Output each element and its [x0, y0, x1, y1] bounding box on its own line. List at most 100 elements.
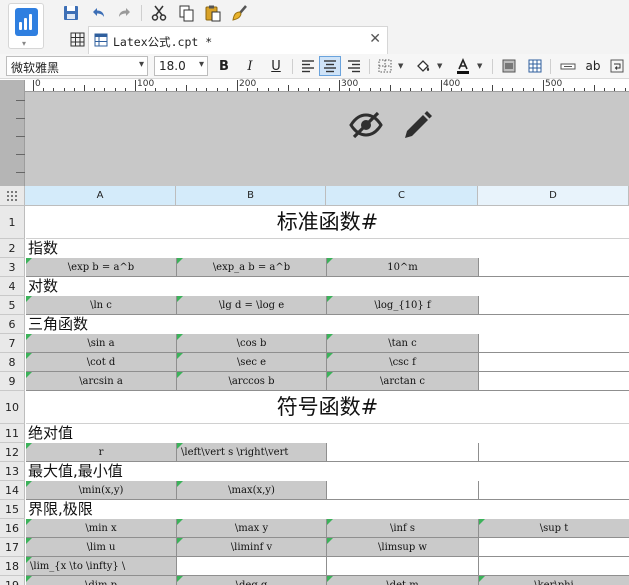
row-header[interactable]: 16: [0, 519, 25, 538]
spreadsheet-grid[interactable]: 标准函数# 指数 \exp b = a^b \exp_a b = a^b 10^m 对数 \…: [0, 186, 629, 585]
section-label-cell[interactable]: 三角函数: [26, 315, 629, 334]
table-cell[interactable]: \inf s: [327, 519, 479, 538]
table-cell[interactable]: [479, 296, 629, 315]
table-cell[interactable]: \ln c: [26, 296, 177, 315]
row-header[interactable]: 1: [0, 206, 25, 239]
format-painter-button[interactable]: [229, 2, 251, 24]
table-cell[interactable]: \limsup w: [327, 538, 479, 557]
row-header[interactable]: 15: [0, 500, 25, 519]
redo-button[interactable]: [114, 2, 136, 24]
table-cell[interactable]: [479, 334, 629, 353]
table-cell[interactable]: \min(x,y): [26, 481, 177, 500]
font-size-select[interactable]: 18.0 ▾: [154, 56, 208, 76]
save-button[interactable]: [60, 2, 82, 24]
table-cell[interactable]: [479, 258, 629, 277]
table-cell[interactable]: \max y: [177, 519, 327, 538]
table-cell[interactable]: \lim_{x \to \infty} \: [26, 557, 177, 576]
row-header[interactable]: 9: [0, 372, 25, 391]
font-color-button[interactable]: [452, 56, 474, 76]
chevron-down-icon[interactable]: ▼: [398, 62, 403, 70]
table-cell[interactable]: [327, 443, 479, 462]
undo-button[interactable]: [87, 2, 109, 24]
align-right-button[interactable]: [343, 56, 365, 76]
row-header[interactable]: 13: [0, 462, 25, 481]
row-header[interactable]: 12: [0, 443, 25, 462]
table-cell[interactable]: [327, 557, 479, 576]
row-header[interactable]: 14: [0, 481, 25, 500]
table-cell[interactable]: [479, 443, 629, 462]
paste-button[interactable]: [202, 2, 224, 24]
tab-latex-document[interactable]: Latex公式.cpt * ✕: [88, 26, 388, 54]
table-cell[interactable]: \sin a: [26, 334, 177, 353]
underline-button[interactable]: U: [265, 56, 287, 76]
row-header[interactable]: 18: [0, 557, 25, 576]
row-header[interactable]: 19: [0, 576, 25, 585]
cell-style-button[interactable]: [557, 56, 579, 76]
table-cell[interactable]: [479, 481, 629, 500]
table-cell[interactable]: \liminf v: [177, 538, 327, 557]
table-cell[interactable]: [479, 372, 629, 391]
section-title-cell[interactable]: 符号函数#: [26, 391, 629, 424]
section-label-cell[interactable]: 最大值,最小值: [26, 462, 629, 481]
table-cell[interactable]: \deg q: [177, 576, 327, 585]
table-cell[interactable]: [479, 538, 629, 557]
row-header[interactable]: 10: [0, 391, 25, 424]
fill-color-button[interactable]: [412, 56, 434, 76]
align-left-button[interactable]: [297, 56, 319, 76]
bold-button[interactable]: B: [213, 56, 235, 76]
close-icon[interactable]: ✕: [369, 32, 381, 46]
section-title-cell[interactable]: 标准函数#: [26, 206, 629, 239]
app-menu-button[interactable]: ▾: [8, 3, 44, 49]
column-header-c[interactable]: C: [326, 186, 478, 206]
table-cell[interactable]: \sec e: [177, 353, 327, 372]
merge-cells-button[interactable]: [498, 56, 520, 76]
grid-icon[interactable]: [70, 32, 85, 47]
table-cell[interactable]: \cot d: [26, 353, 177, 372]
pencil-icon[interactable]: [400, 109, 434, 143]
chevron-down-icon[interactable]: ▼: [437, 62, 442, 70]
table-cell[interactable]: \exp_a b = a^b: [177, 258, 327, 277]
cut-button[interactable]: [148, 2, 170, 24]
table-cell[interactable]: r: [26, 443, 177, 462]
section-label-cell[interactable]: 指数: [26, 239, 629, 258]
report-header-area[interactable]: 0 100 200 300 400 500: [0, 79, 629, 186]
table-cell[interactable]: 10^m: [327, 258, 479, 277]
table-cell[interactable]: \dim p: [26, 576, 177, 585]
wrap-text-button[interactable]: [606, 56, 628, 76]
row-header[interactable]: 17: [0, 538, 25, 557]
table-cell[interactable]: \left\vert s \right\vert: [177, 443, 327, 462]
table-cell[interactable]: \sup t: [479, 519, 629, 538]
font-family-select[interactable]: 微软雅黑 ▾: [6, 56, 148, 76]
column-header-d[interactable]: D: [478, 186, 629, 206]
table-cell[interactable]: \arccos b: [177, 372, 327, 391]
table-cell[interactable]: \log_{10} f: [327, 296, 479, 315]
select-all-corner[interactable]: [0, 186, 25, 206]
section-label-cell[interactable]: 界限,极限: [26, 500, 629, 519]
section-label-cell[interactable]: 对数: [26, 277, 629, 296]
row-header[interactable]: 8: [0, 353, 25, 372]
table-cell[interactable]: \max(x,y): [177, 481, 327, 500]
eye-off-icon[interactable]: [348, 107, 384, 143]
text-direction-button[interactable]: ab: [582, 56, 604, 76]
column-header-b[interactable]: B: [176, 186, 326, 206]
chevron-down-icon[interactable]: ▼: [477, 62, 482, 70]
italic-button[interactable]: I: [239, 56, 261, 76]
table-cell[interactable]: \lg d = \log e: [177, 296, 327, 315]
table-cell[interactable]: \arctan c: [327, 372, 479, 391]
column-header-a[interactable]: A: [25, 186, 176, 206]
row-header[interactable]: 4: [0, 277, 25, 296]
border-button[interactable]: [374, 56, 396, 76]
row-header[interactable]: 7: [0, 334, 25, 353]
table-cell[interactable]: [327, 481, 479, 500]
table-grid-button[interactable]: [524, 56, 546, 76]
table-cell[interactable]: \lim u: [26, 538, 177, 557]
table-cell[interactable]: [479, 353, 629, 372]
row-header[interactable]: 11: [0, 424, 25, 443]
table-cell[interactable]: \det m: [327, 576, 479, 585]
table-cell[interactable]: \tan c: [327, 334, 479, 353]
table-cell[interactable]: [479, 557, 629, 576]
align-center-button[interactable]: [319, 56, 341, 76]
copy-button[interactable]: [175, 2, 197, 24]
row-header[interactable]: 5: [0, 296, 25, 315]
section-label-cell[interactable]: 绝对值: [26, 424, 629, 443]
